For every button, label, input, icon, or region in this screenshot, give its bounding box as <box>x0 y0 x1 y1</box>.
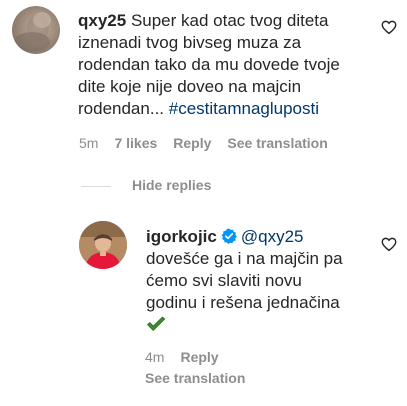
reply-body: igorkojic @qxy25 dovešće ga i na majčin … <box>146 226 371 336</box>
like-comment-button[interactable] <box>380 18 398 41</box>
reply-time: 4m <box>145 349 165 365</box>
reply-mention[interactable]: @qxy25 <box>241 227 304 246</box>
reply-line-3: godinu i rešena jednačina <box>146 293 340 312</box>
reply-username[interactable]: igorkojic <box>146 227 217 246</box>
comment-text: qxy25 Super kad otac tvog diteta iznenad… <box>78 10 363 120</box>
reply-see-translation[interactable]: See translation <box>145 370 245 386</box>
comment-line-3: rodendan tako da mu dovede tvoje <box>78 55 340 74</box>
comment-line-5: rodendan... <box>78 99 169 118</box>
like-reply-button[interactable] <box>380 235 398 258</box>
reply-text: igorkojic @qxy25 dovešće ga i na majčin … <box>146 226 371 336</box>
comment-hashtag[interactable]: #cestitamnagluposti <box>169 99 319 118</box>
check-mark-icon <box>147 316 166 331</box>
reply-line-2: ćemo svi slaviti novu <box>146 271 302 290</box>
heart-icon <box>381 237 397 252</box>
reply-meta: 4m Reply <box>145 349 235 365</box>
hide-replies-divider <box>81 186 111 187</box>
comment-see-translation[interactable]: See translation <box>227 135 327 151</box>
comment-line-4: dite koje nije doveo na majcin <box>78 77 302 96</box>
verified-badge-icon <box>221 228 237 244</box>
comment-body: qxy25 Super kad otac tvog diteta iznenad… <box>78 10 363 120</box>
comment-reply-button[interactable]: Reply <box>173 135 211 151</box>
comment-likes[interactable]: 7 likes <box>114 135 157 151</box>
comment-line-1: Super kad otac tvog diteta <box>130 11 329 30</box>
reply-meta-2: See translation <box>145 370 261 386</box>
reply-line-1: dovešće ga i na majčin pa <box>146 249 343 268</box>
heart-icon <box>381 20 397 35</box>
comment-username[interactable]: qxy25 <box>78 11 131 30</box>
hide-replies-button[interactable]: Hide replies <box>132 177 211 193</box>
comment-meta: 5m 7 likes Reply See translation <box>79 135 344 151</box>
reply-reply-button[interactable]: Reply <box>180 349 218 365</box>
avatar[interactable] <box>12 6 60 54</box>
comment-time: 5m <box>79 135 99 151</box>
reply-avatar[interactable] <box>79 221 127 269</box>
comment-line-2: iznenadi tvog bivseg muza za <box>78 33 302 52</box>
